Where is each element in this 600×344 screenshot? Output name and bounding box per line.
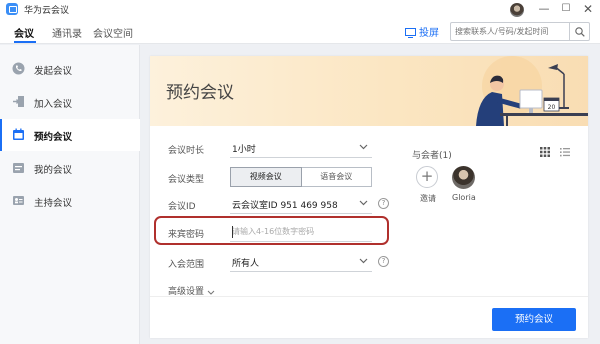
scope-value: 所有人	[232, 259, 260, 269]
tab-meetings[interactable]: 会议	[14, 25, 34, 40]
help-icon[interactable]: ?	[378, 198, 389, 209]
host-icon	[13, 196, 24, 205]
video-meeting-option[interactable]: 视频会议	[230, 167, 302, 187]
tab-meeting-space[interactable]: 会议空间	[93, 25, 133, 40]
join-icon	[13, 96, 24, 107]
duration-label: 会议时长	[168, 146, 205, 156]
title-bar: 华为云会议 — ☐ ✕	[0, 0, 600, 18]
schedule-meeting-panel: 预约会议 20 会议时长 1小时 会议类型 视频会议 语音会议 会议ID 云会议…	[150, 56, 588, 338]
calendar-icon	[13, 128, 24, 140]
sidebar-item-schedule-meeting[interactable]: 预约会议	[0, 119, 140, 151]
search-box	[450, 22, 590, 41]
app-title: 华为云会议	[24, 6, 70, 16]
sidebar-item-start-meeting[interactable]: 发起会议	[0, 53, 140, 85]
chevron-down-icon	[359, 200, 368, 206]
cast-label: 投屏	[419, 28, 439, 39]
page-title: 预约会议	[166, 83, 234, 103]
audio-meeting-option[interactable]: 语音会议	[301, 167, 372, 187]
search-input[interactable]	[455, 23, 567, 40]
duration-select[interactable]: 1小时	[230, 138, 372, 158]
chevron-down-icon	[359, 258, 368, 264]
sidebar-item-label: 我的会议	[34, 165, 73, 176]
sidebar-item-label: 发起会议	[34, 66, 73, 77]
participant-name: Gloria	[452, 193, 476, 202]
meeting-id-value: 云会议室ID 951 469 958	[232, 201, 338, 211]
meeting-id-row: 会议ID 云会议室ID 951 469 958 ?	[150, 194, 410, 214]
sidebar-item-label: 加入会议	[34, 99, 73, 110]
invite-label: 邀请	[420, 194, 436, 203]
maximize-icon[interactable]: ☐	[558, 1, 574, 17]
top-nav: 会议 通讯录 会议空间 投屏	[0, 18, 600, 44]
scope-row: 入会范围 所有人 ?	[150, 252, 410, 272]
schedule-meeting-button[interactable]: 预约会议	[492, 308, 576, 331]
sidebar-item-join-meeting[interactable]: 加入会议	[0, 86, 140, 118]
search-button[interactable]	[569, 23, 589, 40]
duration-value: 1小时	[232, 145, 256, 155]
meeting-id-label: 会议ID	[168, 202, 196, 212]
close-icon[interactable]: ✕	[580, 1, 596, 17]
sidebar-item-my-meetings[interactable]: 我的会议	[0, 152, 140, 184]
highlight-frame	[154, 216, 389, 245]
meeting-type-row: 会议类型 视频会议 语音会议	[150, 167, 410, 187]
banner-illustration: 20	[476, 56, 588, 126]
tab-contacts[interactable]: 通讯录	[52, 25, 82, 40]
scope-select[interactable]: 所有人	[230, 252, 372, 272]
active-tab-indicator	[14, 41, 36, 43]
participants-title: 与会者(1)	[412, 151, 452, 161]
divider	[150, 296, 588, 297]
meeting-type-label: 会议类型	[168, 175, 205, 185]
chevron-down-icon	[207, 290, 215, 295]
phone-icon	[12, 62, 25, 75]
minimize-icon[interactable]: —	[536, 1, 552, 17]
help-icon[interactable]: ?	[378, 256, 389, 267]
sidebar-item-label: 预约会议	[34, 132, 73, 143]
app-logo-icon	[6, 3, 18, 15]
sidebar: 发起会议 加入会议 预约会议 我的会议 主持会议	[0, 45, 140, 344]
sidebar-item-label: 主持会议	[34, 198, 73, 209]
grid-view-icon[interactable]	[540, 147, 550, 157]
duration-row: 会议时长 1小时	[150, 138, 410, 158]
sidebar-item-host-meeting[interactable]: 主持会议	[0, 185, 140, 217]
my-meetings-icon	[13, 163, 24, 173]
chevron-down-icon	[359, 144, 368, 150]
meeting-id-select[interactable]: 云会议室ID 951 469 958	[230, 194, 372, 214]
cast-button[interactable]: 投屏	[405, 24, 439, 39]
list-view-icon[interactable]	[560, 147, 570, 157]
plus-icon: +	[420, 167, 434, 185]
invite-button[interactable]: +	[416, 166, 438, 188]
meeting-type-toggle: 视频会议 语音会议	[230, 167, 372, 187]
user-avatar[interactable]	[510, 3, 524, 17]
cast-icon	[405, 28, 416, 38]
banner: 预约会议 20	[150, 56, 588, 126]
calendar-date: 20	[548, 104, 556, 111]
scope-label: 入会范围	[168, 260, 205, 270]
search-icon	[574, 26, 585, 37]
participant-avatar[interactable]	[452, 166, 475, 189]
